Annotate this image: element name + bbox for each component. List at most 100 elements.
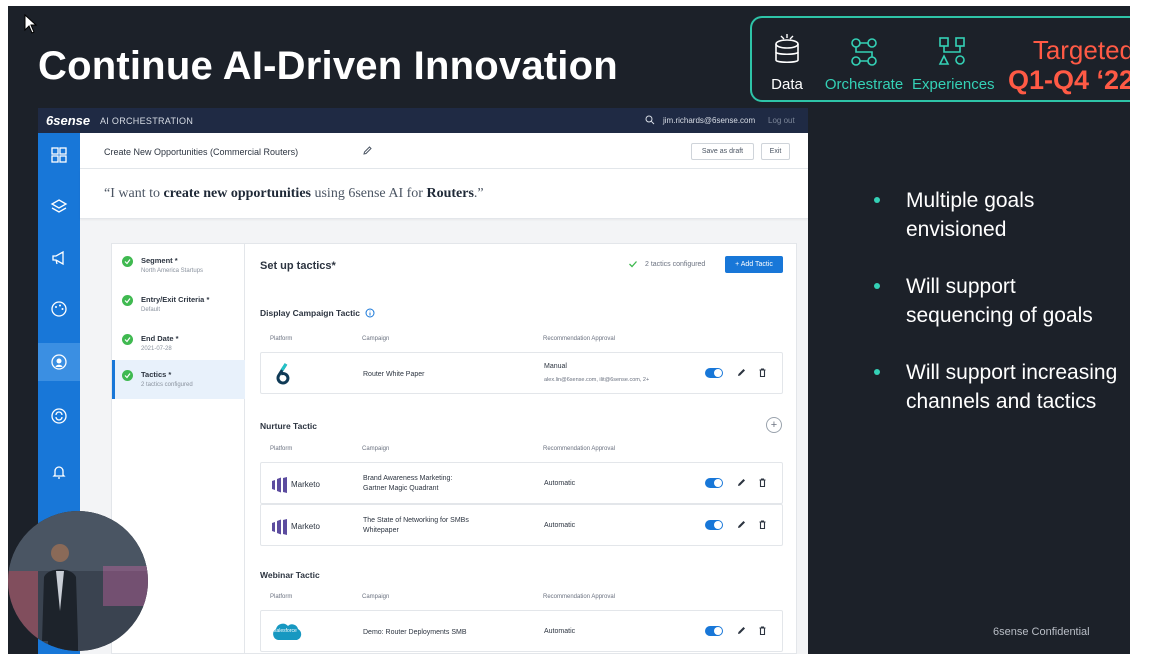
exit-button[interactable]: Exit	[761, 143, 790, 160]
trash-icon[interactable]	[757, 367, 768, 378]
dashboard-icon	[51, 147, 67, 163]
step-subtitle: 2021-07-28	[141, 346, 172, 352]
pencil-icon[interactable]	[736, 367, 747, 378]
slide-title: Continue AI-Driven Innovation	[38, 44, 618, 88]
pencil-icon[interactable]	[736, 477, 747, 488]
targeted-dates: Q1-Q4 ‘22	[1007, 65, 1130, 95]
tactic-toggle[interactable]	[705, 368, 723, 378]
sync-icon	[51, 408, 67, 424]
megaphone-icon	[52, 250, 64, 266]
column-header-approval: Recommendation Approval	[543, 336, 616, 342]
add-nurture-button[interactable]: +	[766, 417, 782, 433]
save-draft-button[interactable]: Save as draft	[691, 143, 754, 160]
campaign-name: Router White Paper	[363, 371, 425, 378]
column-header-approval: Recommendation Approval	[543, 594, 616, 600]
trash-icon[interactable]	[757, 625, 768, 636]
bullet-text: Multiple goals envisioned	[906, 189, 1035, 241]
campaign-name: Demo: Router Deployments SMB	[363, 629, 467, 636]
approval-type: Manual	[544, 363, 567, 370]
column-header-campaign: Campaign	[362, 446, 390, 452]
logout-link[interactable]: Log out	[768, 116, 795, 125]
layers-icon	[50, 199, 68, 213]
info-icon[interactable]	[365, 308, 375, 318]
platform-name: salesforce	[274, 628, 297, 634]
prompt-goal: create new opportunities	[163, 186, 311, 201]
tactic-toggle[interactable]	[705, 478, 723, 488]
column-header-campaign: Campaign	[362, 336, 390, 342]
tactic-row[interactable]: Router White Paper Manual alex.lin@6sens…	[260, 352, 783, 394]
step-tactics[interactable]: Tactics * 2 tactics configured	[112, 360, 246, 399]
rail-sync[interactable]	[38, 397, 80, 435]
configured-count: 2 tactics configured	[645, 261, 706, 268]
trash-icon[interactable]	[757, 477, 768, 488]
campaign-name-line2: Gartner Magic Quadrant	[363, 485, 439, 492]
check-circle-icon	[122, 295, 133, 306]
targeted-label: Targeted	[1032, 35, 1130, 65]
platform-name: Marketo	[291, 522, 320, 532]
presentation-slide: Continue AI-Driven Innovation Data Orche…	[8, 6, 1130, 654]
page-title: Create New Opportunities (Commercial Rou…	[104, 147, 299, 157]
prompt-text: using 6sense AI for	[310, 186, 427, 201]
step-entry-exit[interactable]: Entry/Exit Criteria * Default	[112, 286, 246, 325]
check-icon	[629, 261, 637, 268]
step-subtitle: 2 tactics configured	[141, 382, 193, 388]
bullet-list: Multiple goals envisioned Will support s…	[868, 186, 1128, 444]
presenter-image	[8, 511, 148, 651]
user-email[interactable]: jim.richards@6sense.com	[663, 116, 755, 125]
section-title: Display Campaign Tactic	[260, 308, 360, 318]
database-icon	[767, 32, 807, 72]
step-end-date[interactable]: End Date * 2021-07-28	[112, 325, 246, 364]
column-header-platform: Platform	[270, 336, 293, 342]
prompt-text: .”	[473, 186, 484, 201]
add-tactic-button[interactable]: + Add Tactic	[725, 256, 783, 273]
pillars-box: Data Orchestrate Experiences Targeted Q1…	[750, 16, 1130, 102]
rail-orchestration[interactable]	[38, 343, 80, 381]
rail-notifications[interactable]	[38, 453, 80, 491]
targeted-timeline: Targeted Q1-Q4 ‘22	[998, 36, 1130, 96]
module-name[interactable]: AI ORCHESTRATION	[100, 116, 193, 126]
goal-sentence: “I want to create new opportunities usin…	[104, 186, 484, 202]
pencil-icon[interactable]	[736, 519, 747, 530]
step-segment[interactable]: Segment * North America Startups	[112, 247, 246, 286]
column-header-platform: Platform	[270, 594, 293, 600]
goal-prompt: “I want to create new opportunities usin…	[80, 169, 808, 219]
search-icon[interactable]	[645, 115, 655, 125]
rail-layers[interactable]	[38, 188, 80, 226]
marketo-icon	[272, 518, 287, 535]
rail-creative[interactable]	[38, 290, 80, 328]
step-subtitle: North America Startups	[141, 268, 204, 274]
bullet-item: Will support sequencing of goals	[868, 272, 1128, 330]
column-header-platform: Platform	[270, 446, 293, 452]
step-title: Segment *	[141, 256, 178, 265]
approval-type: Automatic	[544, 480, 576, 487]
cursor-icon	[24, 14, 38, 34]
tactic-toggle[interactable]	[705, 626, 723, 636]
trash-icon[interactable]	[757, 519, 768, 530]
tactic-toggle[interactable]	[705, 520, 723, 530]
rail-campaigns[interactable]	[38, 239, 80, 277]
bullet-item: Multiple goals envisioned	[868, 186, 1128, 244]
bell-icon	[52, 466, 66, 479]
pillar-label: Data	[771, 76, 803, 93]
pillar-orchestrate: Orchestrate	[824, 18, 904, 93]
tactic-row[interactable]: Marketo The State of Networking for SMBs…	[260, 504, 783, 546]
step-title: End Date *	[141, 334, 179, 343]
pencil-icon[interactable]	[736, 625, 747, 636]
pillar-experiences: Experiences	[912, 18, 995, 93]
rail-dashboard[interactable]	[38, 136, 80, 174]
presenter-video	[8, 511, 148, 651]
palette-icon	[51, 301, 67, 317]
approval-type: Automatic	[544, 522, 576, 529]
tactic-row[interactable]: Marketo Brand Awareness Marketing: Gartn…	[260, 462, 783, 504]
pencil-icon[interactable]	[362, 145, 373, 156]
step-subtitle: Default	[141, 307, 161, 313]
app-topbar: 6sense AI ORCHESTRATION jim.richards@6se…	[38, 108, 808, 133]
tactic-row[interactable]: salesforce Demo: Router Deployments SMB …	[260, 610, 783, 652]
bullet-item: Will support increasing channels and tac…	[868, 358, 1128, 416]
campaign-name-line2: Whitepaper	[363, 527, 399, 534]
bullet-text: Will support increasing channels and tac…	[906, 361, 1118, 413]
prompt-product: Routers	[426, 186, 474, 201]
check-circle-icon	[122, 334, 133, 345]
marketo-icon	[272, 476, 287, 493]
column-header-approval: Recommendation Approval	[543, 446, 616, 452]
